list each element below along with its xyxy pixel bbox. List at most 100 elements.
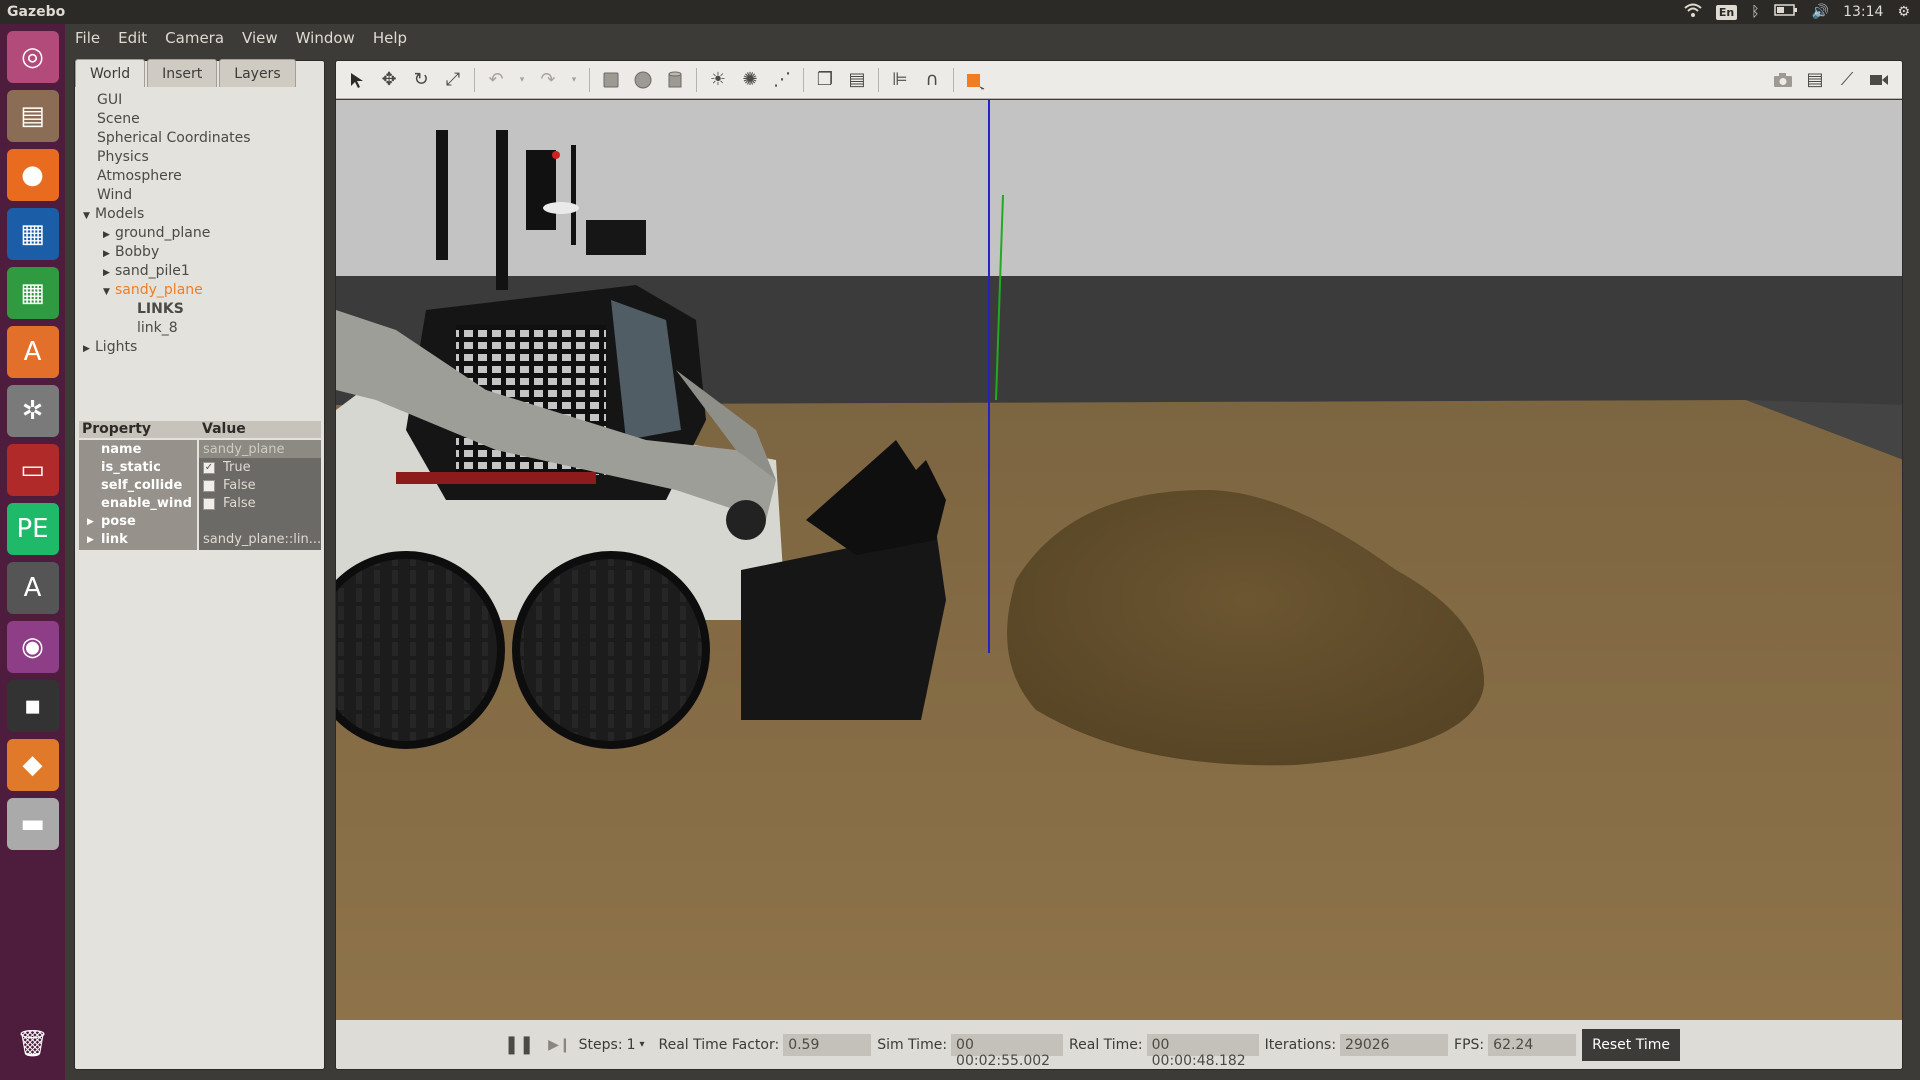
wifi-icon[interactable] — [1684, 3, 1702, 21]
tree-item[interactable]: Scene — [75, 110, 324, 129]
redo-icon[interactable]: ↷ — [537, 69, 559, 91]
settings-gear-icon[interactable]: ⚙ — [1897, 4, 1910, 20]
tab-insert[interactable]: Insert — [147, 59, 218, 87]
screenshot-camera-icon[interactable] — [1772, 69, 1794, 91]
render-viewport-panel: ✥ ↻ ⤢ ↶ ▾ ↷ ▾ ☀ ✺ ⋰ ❐ ▤ ⊫ ∩ ▤ ⟋ ❚❚ ▶❙ St… — [335, 60, 1903, 1070]
menu-file[interactable]: File — [75, 29, 100, 47]
keyboard-layout-indicator[interactable]: En — [1715, 4, 1738, 20]
bluetooth-icon[interactable]: ᛒ — [1751, 4, 1759, 20]
tree-item[interactable]: Spherical Coordinates — [75, 129, 324, 148]
tree-item[interactable]: ▶ Lights — [75, 338, 324, 357]
property-key: is_static — [101, 460, 161, 475]
scale-mode-icon[interactable]: ⤢ — [442, 69, 464, 91]
translate-mode-icon[interactable]: ✥ — [378, 69, 400, 91]
steps-dropdown-icon[interactable]: ▾ — [639, 1039, 644, 1050]
checkbox[interactable] — [203, 480, 215, 492]
terminal-icon[interactable]: ▪ — [6, 680, 59, 732]
snap-magnet-icon[interactable]: ∩ — [921, 69, 943, 91]
tree-item[interactable]: ▼ sandy_plane — [75, 281, 324, 300]
writer-icon[interactable]: ▦ — [6, 208, 59, 260]
point-light-icon[interactable]: ☀ — [707, 69, 729, 91]
tree-item[interactable]: Wind — [75, 186, 324, 205]
cylinder-shape-icon[interactable] — [664, 69, 686, 91]
drive-icon[interactable]: ▬ — [6, 798, 59, 850]
reset-time-button[interactable]: Reset Time — [1582, 1028, 1680, 1061]
tree-item[interactable]: link_8 — [75, 319, 324, 338]
property-row-pose[interactable]: ▶ pose — [79, 512, 321, 532]
property-row-enable-wind[interactable]: enable_wind False — [79, 494, 321, 514]
ubuntu-dash-icon[interactable]: ◎ — [6, 31, 59, 83]
select-mode-icon[interactable] — [346, 69, 368, 91]
redo-dropdown-icon[interactable]: ▾ — [569, 69, 579, 91]
real-time-label: Real Time: — [1069, 1036, 1143, 1053]
menu-view[interactable]: View — [242, 29, 278, 47]
directional-light-icon[interactable]: ⋰ — [771, 69, 793, 91]
expand-arrow-icon[interactable]: ▶ — [87, 512, 94, 532]
checkbox[interactable] — [203, 498, 215, 510]
property-value: False — [223, 478, 256, 493]
spot-light-icon[interactable]: ✺ — [739, 69, 761, 91]
property-row-self-collide[interactable]: self_collide False — [79, 476, 321, 496]
view-angle-icon[interactable] — [964, 69, 986, 91]
property-row-link[interactable]: ▶ link sandy_plane::lin... — [79, 530, 321, 550]
property-value: True — [223, 460, 251, 475]
menu-edit[interactable]: Edit — [118, 29, 147, 47]
value-column-header: Value — [202, 421, 246, 437]
gazebo-icon[interactable]: ◆ — [6, 739, 59, 791]
fps-field: 62.24 — [1488, 1033, 1577, 1056]
box-shape-icon[interactable] — [600, 69, 622, 91]
property-value[interactable]: sandy_plane — [203, 440, 285, 460]
collapsed-arrow-icon[interactable]: ▶ — [83, 340, 95, 359]
undo-icon[interactable]: ↶ — [485, 69, 507, 91]
battery-icon[interactable] — [1773, 4, 1798, 20]
property-key: self_collide — [101, 478, 183, 493]
tree-item-label: sand_pile1 — [115, 263, 190, 279]
menu-camera[interactable]: Camera — [165, 29, 224, 47]
tree-item[interactable]: Atmosphere — [75, 167, 324, 186]
software-updater-icon[interactable]: A — [6, 562, 59, 614]
tree-item[interactable]: ▼ Models — [75, 205, 324, 224]
files-icon[interactable]: ▤ — [6, 90, 59, 142]
3d-scene-view[interactable] — [336, 100, 1903, 1022]
software-center-icon[interactable]: A — [6, 326, 59, 378]
property-row-is-static[interactable]: is_static ✓ True — [79, 458, 321, 478]
tree-item[interactable]: ▶ Bobby — [75, 243, 324, 262]
pause-icon[interactable]: ❚❚ — [504, 1034, 534, 1055]
step-icon[interactable]: ▶❙ — [548, 1037, 571, 1053]
calc-icon[interactable]: ▦ — [6, 267, 59, 319]
expand-arrow-icon[interactable]: ▶ — [87, 530, 94, 550]
pycharm-icon[interactable]: PE — [6, 503, 59, 555]
webcam-icon[interactable]: ◉ — [6, 621, 59, 673]
tab-layers[interactable]: Layers — [219, 59, 296, 87]
steps-spinbox[interactable]: 1 — [627, 1037, 636, 1053]
menu-help[interactable]: Help — [373, 29, 407, 47]
top-panel: Gazebo En ᛒ 🔊 13:14 ⚙ — [0, 0, 1920, 24]
tree-item-label: GUI — [97, 92, 123, 108]
sphere-shape-icon[interactable] — [632, 69, 654, 91]
undo-dropdown-icon[interactable]: ▾ — [517, 69, 527, 91]
firefox-icon[interactable]: ● — [6, 149, 59, 201]
tree-item[interactable]: Physics — [75, 148, 324, 167]
trash-icon[interactable]: 🗑 — [6, 1018, 59, 1070]
property-row-name[interactable]: name sandy_plane — [79, 440, 321, 460]
system-settings-icon[interactable]: ✲ — [6, 385, 59, 437]
clock[interactable]: 13:14 — [1843, 4, 1883, 20]
checkbox[interactable]: ✓ — [203, 462, 215, 474]
tree-item[interactable]: LINKS — [75, 300, 324, 319]
rtf-label: Real Time Factor: — [658, 1036, 780, 1053]
log-icon[interactable]: ▤ — [1804, 69, 1826, 91]
menu-window[interactable]: Window — [296, 29, 355, 47]
copy-icon[interactable]: ❐ — [814, 69, 836, 91]
tree-item[interactable]: GUI — [75, 91, 324, 110]
tree-item-label: Bobby — [115, 244, 160, 260]
tree-item[interactable]: ▶ sand_pile1 — [75, 262, 324, 281]
video-record-icon[interactable] — [1868, 69, 1890, 91]
paste-icon[interactable]: ▤ — [846, 69, 868, 91]
rotate-mode-icon[interactable]: ↻ — [410, 69, 432, 91]
plot-icon[interactable]: ⟋ — [1836, 69, 1858, 91]
align-icon[interactable]: ⊫ — [889, 69, 911, 91]
tab-world[interactable]: World — [75, 59, 146, 87]
terminal-red-icon[interactable]: ▭ — [6, 444, 59, 496]
volume-icon[interactable]: 🔊 — [1812, 4, 1829, 20]
tree-item[interactable]: ▶ ground_plane — [75, 224, 324, 243]
